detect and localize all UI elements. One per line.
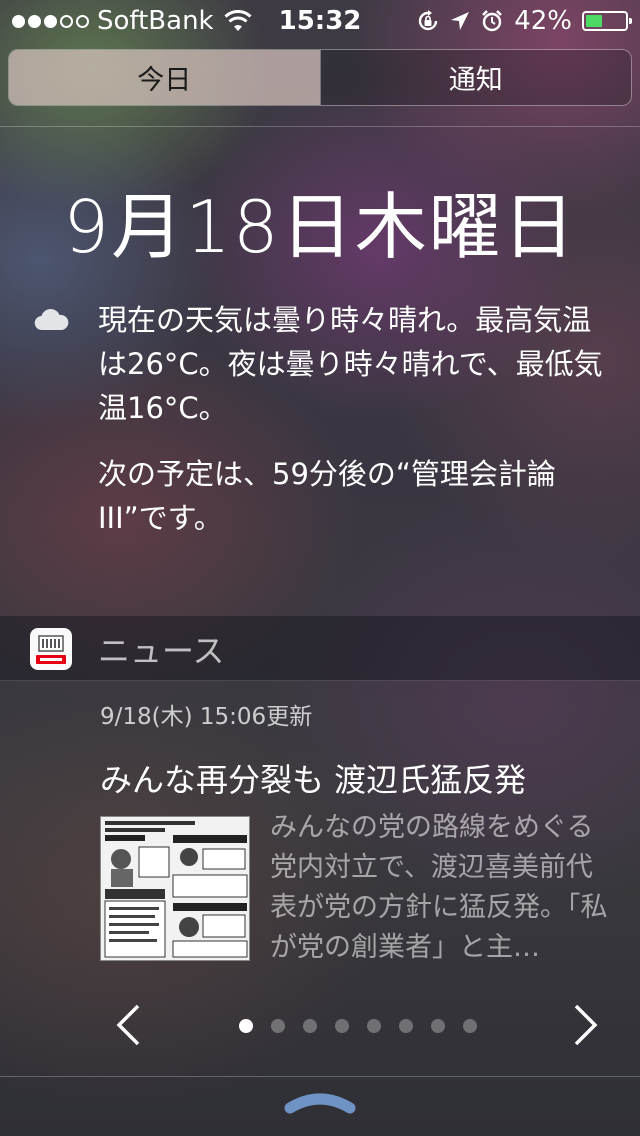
news-widget-header[interactable]	[0, 616, 640, 680]
location-icon	[451, 12, 470, 30]
page-dot[interactable]	[399, 1019, 413, 1033]
battery-tip	[629, 18, 632, 24]
page-dot[interactable]	[367, 1019, 381, 1033]
today-date: 9月18日木曜日	[63, 185, 577, 269]
next-event-summary[interactable]: 次の予定は、59分後の“管理会計論III”です。	[98, 452, 618, 540]
page-dot[interactable]	[463, 1019, 477, 1033]
yahoo-news-logo-graphic	[36, 635, 66, 664]
status-bar: SoftBank 15:32 42%	[0, 0, 640, 40]
news-thumbnail-graphic	[101, 817, 249, 960]
news-headline[interactable]: みんな再分裂も 渡辺氏猛反発	[100, 755, 526, 801]
news-header-divider	[0, 680, 640, 681]
bottom-divider	[0, 1076, 640, 1077]
page-dot[interactable]	[303, 1019, 317, 1033]
news-updated-time: 9/18(木) 15:06更新	[100, 704, 313, 730]
page-indicator[interactable]	[239, 1019, 477, 1033]
chevron-right-icon[interactable]	[572, 1003, 600, 1047]
page-dot[interactable]	[431, 1019, 445, 1033]
tab-notifications[interactable]: 通知	[319, 50, 631, 105]
grabber-handle-icon[interactable]	[284, 1092, 356, 1114]
page-dot[interactable]	[335, 1019, 349, 1033]
status-right: 42%	[416, 6, 632, 36]
battery-level	[586, 15, 602, 27]
orientation-lock-icon	[419, 10, 438, 31]
page-dot[interactable]	[271, 1019, 285, 1033]
battery-percent: 42%	[514, 6, 572, 36]
alarm-icon	[482, 10, 503, 32]
news-summary[interactable]: みんなの党の路線をめぐる党内対立で、渡辺喜美前代表が党の方針に猛反発。「私が党の…	[270, 808, 615, 968]
cloud-icon	[34, 308, 69, 331]
header-divider	[0, 126, 640, 127]
yahoo-news-icon[interactable]	[30, 628, 72, 670]
tab-today[interactable]: 今日	[9, 50, 320, 105]
battery-icon	[582, 11, 632, 31]
news-thumbnail[interactable]	[100, 816, 250, 961]
chevron-left-icon[interactable]	[114, 1003, 142, 1047]
page-dot[interactable]	[239, 1019, 253, 1033]
weather-summary: 現在の天気は曇り時々晴れ。最高気温は26°C。夜は曇り時々晴れで、最低気温16°…	[98, 303, 603, 425]
news-section-title: ニュース	[98, 632, 225, 670]
today-notifications-segmented-control: 今日 通知	[8, 49, 632, 106]
